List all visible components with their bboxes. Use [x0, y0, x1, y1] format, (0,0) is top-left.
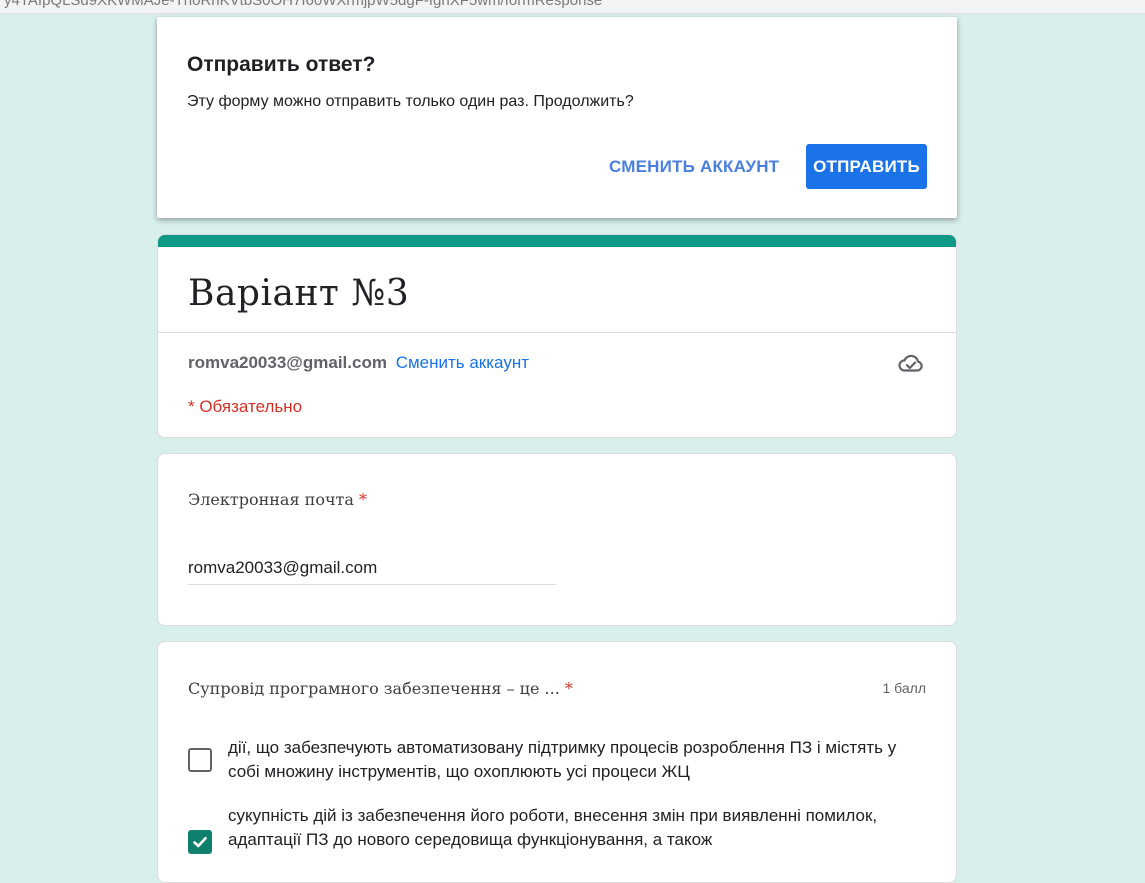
- question-card: Супровід програмного забезпечення – це .…: [157, 641, 957, 883]
- submit-button[interactable]: ОТПРАВИТЬ: [806, 144, 927, 189]
- points-label: 1 балл: [882, 680, 927, 696]
- option-text: сукупність дій із забезпечення його робо…: [228, 806, 878, 849]
- browser-address-bar[interactable]: y4TAIpQLSd9XKWMAJe-ThoRhKVtbS0OH7I60WXrm…: [0, 0, 1145, 14]
- option-item[interactable]: сукупність дій із забезпечення його робо…: [188, 804, 908, 880]
- email-question-label: Электронная почта *: [188, 490, 367, 509]
- email-question-card: Электронная почта * romva20033@gmail.com: [157, 453, 957, 626]
- option-text: дії, що забезпечують автоматизовану підт…: [228, 738, 897, 781]
- accent-bar: [158, 235, 956, 247]
- question-label: Супровід програмного забезпечення – це .…: [188, 679, 573, 698]
- submit-confirm-dialog: Отправить ответ? Эту форму можно отправи…: [157, 17, 957, 218]
- required-star: *: [359, 490, 368, 509]
- option-item[interactable]: дії, що забезпечують автоматизовану підт…: [188, 736, 908, 786]
- email-field[interactable]: romva20033@gmail.com: [188, 558, 556, 585]
- cloud-check-icon: [898, 354, 923, 372]
- checkmark-icon: [193, 836, 207, 848]
- dialog-message: Эту форму можно отправить только один ра…: [187, 93, 634, 110]
- checkbox[interactable]: [188, 748, 212, 772]
- account-line: romva20033@gmail.com Сменить аккаунт: [188, 353, 529, 373]
- switch-account-button[interactable]: СМЕНИТЬ АККАУНТ: [597, 145, 791, 189]
- form-title: Варіант №3: [188, 273, 410, 314]
- switch-account-link[interactable]: Сменить аккаунт: [396, 353, 529, 372]
- question-label-text: Супровід програмного забезпечення – це .…: [188, 679, 560, 698]
- email-label-text: Электронная почта: [188, 490, 354, 509]
- checkbox-checked[interactable]: [188, 830, 212, 854]
- required-star: *: [564, 679, 573, 698]
- account-email: romva20033@gmail.com: [188, 353, 387, 372]
- url-text: y4TAIpQLSd9XKWMAJe-ThoRhKVtbS0OH7I60WXrm…: [4, 0, 603, 9]
- required-note: * Обязательно: [188, 397, 303, 416]
- form-header-card: Варіант №3 romva20033@gmail.com Сменить …: [157, 234, 957, 438]
- dialog-title: Отправить ответ?: [187, 53, 376, 76]
- divider: [158, 332, 956, 333]
